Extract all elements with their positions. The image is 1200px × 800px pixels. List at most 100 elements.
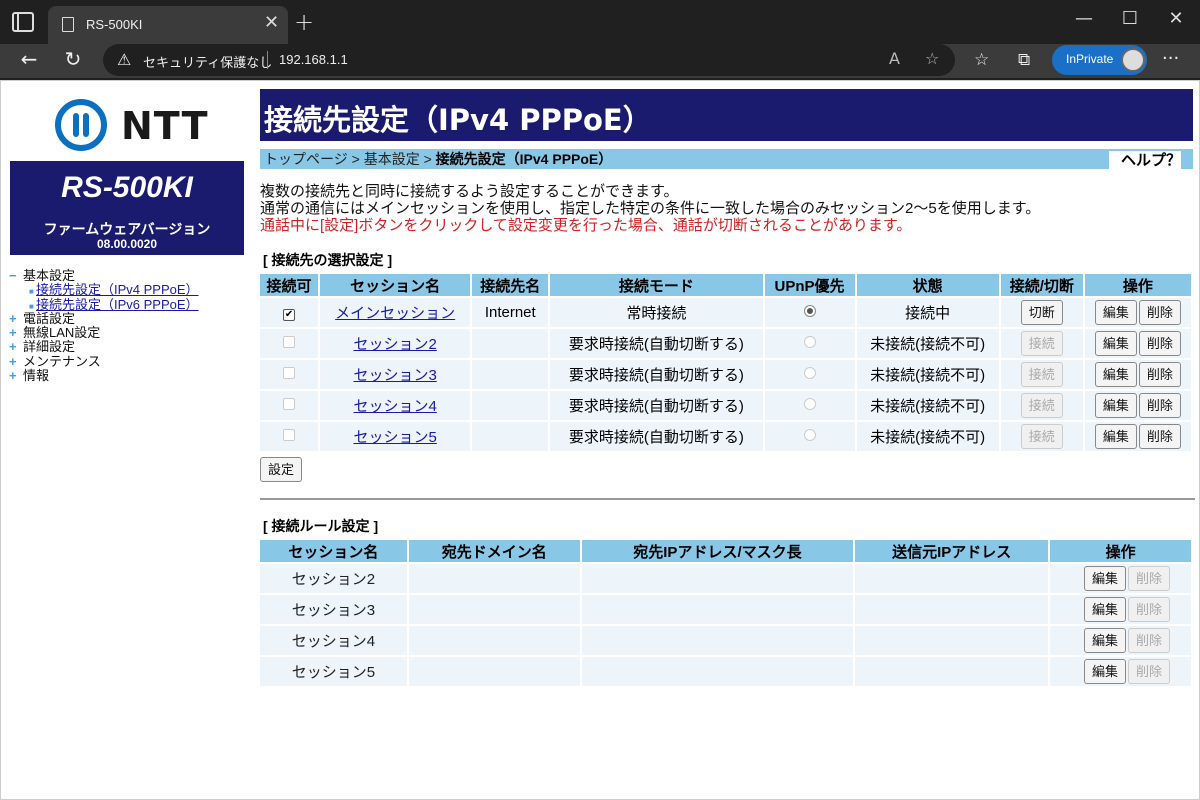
disconnect-button[interactable]: 切断 <box>1020 300 1063 325</box>
logo-text: NTT <box>121 104 209 148</box>
read-aloud-icon[interactable]: A <box>889 49 900 68</box>
session-link[interactable]: セッション3 <box>353 367 436 384</box>
desc-warning: 通話中に[設定]ボタンをクリックして設定変更を行った場合、通話が切断されることが… <box>260 217 912 234</box>
expand-icon[interactable]: + <box>9 369 23 383</box>
enable-checkbox[interactable] <box>283 429 296 441</box>
edit-button[interactable]: 編集 <box>1094 424 1137 449</box>
delete-button[interactable]: 削除 <box>1138 331 1181 356</box>
connect-mode: 要求時接続(自動切断する) <box>550 360 763 389</box>
more-icon[interactable]: ··· <box>1162 48 1179 69</box>
ntt-ring-icon <box>55 99 107 151</box>
link-ipv6-pppoe[interactable]: 接続先設定（IPv6 PPPoE） <box>36 297 199 312</box>
menu-item-info[interactable]: + 情報 <box>9 369 199 383</box>
url-text[interactable]: 192.168.1.1 <box>279 52 348 67</box>
model-box: RS-500KI ファームウェアバージョン 08.00.0020 <box>10 161 244 255</box>
delete-button[interactable]: 削除 <box>1138 300 1181 325</box>
edit-button[interactable]: 編集 <box>1094 362 1137 387</box>
link-ipv4-pppoe[interactable]: 接続先設定（IPv4 PPPoE） <box>36 282 199 297</box>
collapse-icon[interactable]: − <box>9 269 23 283</box>
help-link[interactable]: ヘルプ？ <box>1109 151 1181 171</box>
security-label[interactable]: セキュリティ保護なし <box>143 52 272 71</box>
breadcrumb-current: 接続先設定（IPv4 PPPoE） <box>435 151 613 167</box>
new-tab-icon[interactable]: + <box>294 8 314 36</box>
session-link[interactable]: メインセッション <box>335 305 455 322</box>
session-link[interactable]: セッション5 <box>353 429 436 446</box>
minimize-icon[interactable]: — <box>1064 8 1104 29</box>
edit-button[interactable]: 編集 <box>1083 628 1126 653</box>
profile-avatar <box>1121 48 1145 72</box>
enable-checkbox[interactable] <box>283 367 296 379</box>
menu-item-maintenance[interactable]: + メンテナンス <box>9 354 199 369</box>
col-header: 操作 <box>1084 274 1191 296</box>
connection-state: 接続中 <box>856 298 999 327</box>
inprivate-button[interactable]: InPrivate <box>1052 45 1147 75</box>
address-bar[interactable]: ⚠ セキュリティ保護なし 192.168.1.1 A ☆ <box>103 44 955 76</box>
menu-sub-ipv4[interactable]: ■ 接続先設定（IPv4 PPPoE） <box>9 283 199 297</box>
expand-icon[interactable]: + <box>9 354 23 369</box>
warning-icon[interactable]: ⚠ <box>117 50 131 69</box>
session-link[interactable]: セッション4 <box>353 398 436 415</box>
edit-button[interactable]: 編集 <box>1094 300 1137 325</box>
dest-name <box>472 422 549 451</box>
menu-item-wlan[interactable]: + 無線LAN設定 <box>9 326 199 340</box>
collections-icon[interactable]: ⧉ <box>1018 50 1030 70</box>
browser-titlebar: RS-500KI ✕ + — ☐ ✕ <box>0 0 1200 44</box>
menu-item-phone[interactable]: + 電話設定 <box>9 311 199 326</box>
expand-icon[interactable]: + <box>9 340 23 354</box>
col-header: 状態 <box>856 274 999 296</box>
connect-button[interactable]: 接続 <box>1020 393 1063 418</box>
enable-checkbox[interactable]: ✔ <box>283 309 296 321</box>
dest-name <box>472 329 549 358</box>
upnp-radio[interactable] <box>803 336 816 348</box>
connect-button[interactable]: 接続 <box>1020 424 1063 449</box>
delete-button[interactable]: 削除 <box>1138 362 1181 387</box>
desc-line-1: 複数の接続先と同時に接続するよう設定することができます。 <box>260 183 679 200</box>
favorites-icon[interactable]: ☆ <box>974 50 989 70</box>
edit-button[interactable]: 編集 <box>1094 331 1137 356</box>
refresh-icon[interactable]: ↻ <box>58 47 88 71</box>
browser-tab[interactable]: RS-500KI ✕ <box>48 6 288 44</box>
rules-section-title: [ 接続ルール設定 ] <box>263 518 379 534</box>
breadcrumb-top[interactable]: トップページ <box>264 151 348 167</box>
set-button[interactable]: 設定 <box>260 457 303 482</box>
enable-checkbox[interactable] <box>283 336 296 348</box>
menu-sub-ipv6[interactable]: ■ 接続先設定（IPv6 PPPoE） <box>9 297 199 312</box>
edit-button[interactable]: 編集 <box>1094 393 1137 418</box>
window-close-icon[interactable]: ✕ <box>1156 8 1196 29</box>
connect-mode: 要求時接続(自動切断する) <box>550 329 763 358</box>
delete-button[interactable]: 削除 <box>1127 597 1170 622</box>
expand-icon[interactable]: + <box>9 326 23 340</box>
tab-actions-icon[interactable] <box>12 12 34 32</box>
rule-session-name: セッション5 <box>260 657 407 686</box>
session-link[interactable]: セッション2 <box>353 336 436 353</box>
delete-button[interactable]: 削除 <box>1138 424 1181 449</box>
edit-button[interactable]: 編集 <box>1083 597 1126 622</box>
upnp-radio[interactable] <box>803 367 816 379</box>
delete-button[interactable]: 削除 <box>1127 659 1170 684</box>
expand-icon[interactable]: + <box>9 311 23 326</box>
connect-button[interactable]: 接続 <box>1020 362 1063 387</box>
menu-item-basic[interactable]: − 基本設定 <box>9 269 199 283</box>
col-header: 宛先IPアドレス/マスク長 <box>581 540 854 562</box>
close-tab-icon[interactable]: ✕ <box>264 12 279 33</box>
edit-button[interactable]: 編集 <box>1083 659 1126 684</box>
connect-button[interactable]: 接続 <box>1020 331 1063 356</box>
enable-checkbox[interactable] <box>283 398 296 410</box>
connection-state: 未接続(接続不可) <box>856 360 999 389</box>
back-icon[interactable]: ← <box>14 47 44 71</box>
delete-button[interactable]: 削除 <box>1127 566 1170 591</box>
upnp-radio[interactable] <box>803 429 816 441</box>
table-row: セッション5 編集 削除 <box>260 657 1191 686</box>
upnp-radio[interactable] <box>803 305 816 317</box>
delete-button[interactable]: 削除 <box>1127 628 1170 653</box>
browser-toolbar: ← ↻ ⚠ セキュリティ保護なし 192.168.1.1 A ☆ ☆ ⧉ InP… <box>0 44 1200 78</box>
upnp-radio[interactable] <box>803 398 816 410</box>
maximize-icon[interactable]: ☐ <box>1110 8 1150 29</box>
edit-button[interactable]: 編集 <box>1083 566 1126 591</box>
col-header: 接続モード <box>550 274 763 296</box>
model-name: RS-500KI <box>61 171 193 204</box>
add-favorite-icon[interactable]: ☆ <box>925 49 939 68</box>
menu-item-advanced[interactable]: + 詳細設定 <box>9 340 199 354</box>
delete-button[interactable]: 削除 <box>1138 393 1181 418</box>
breadcrumb-basic[interactable]: 基本設定 <box>364 151 420 167</box>
